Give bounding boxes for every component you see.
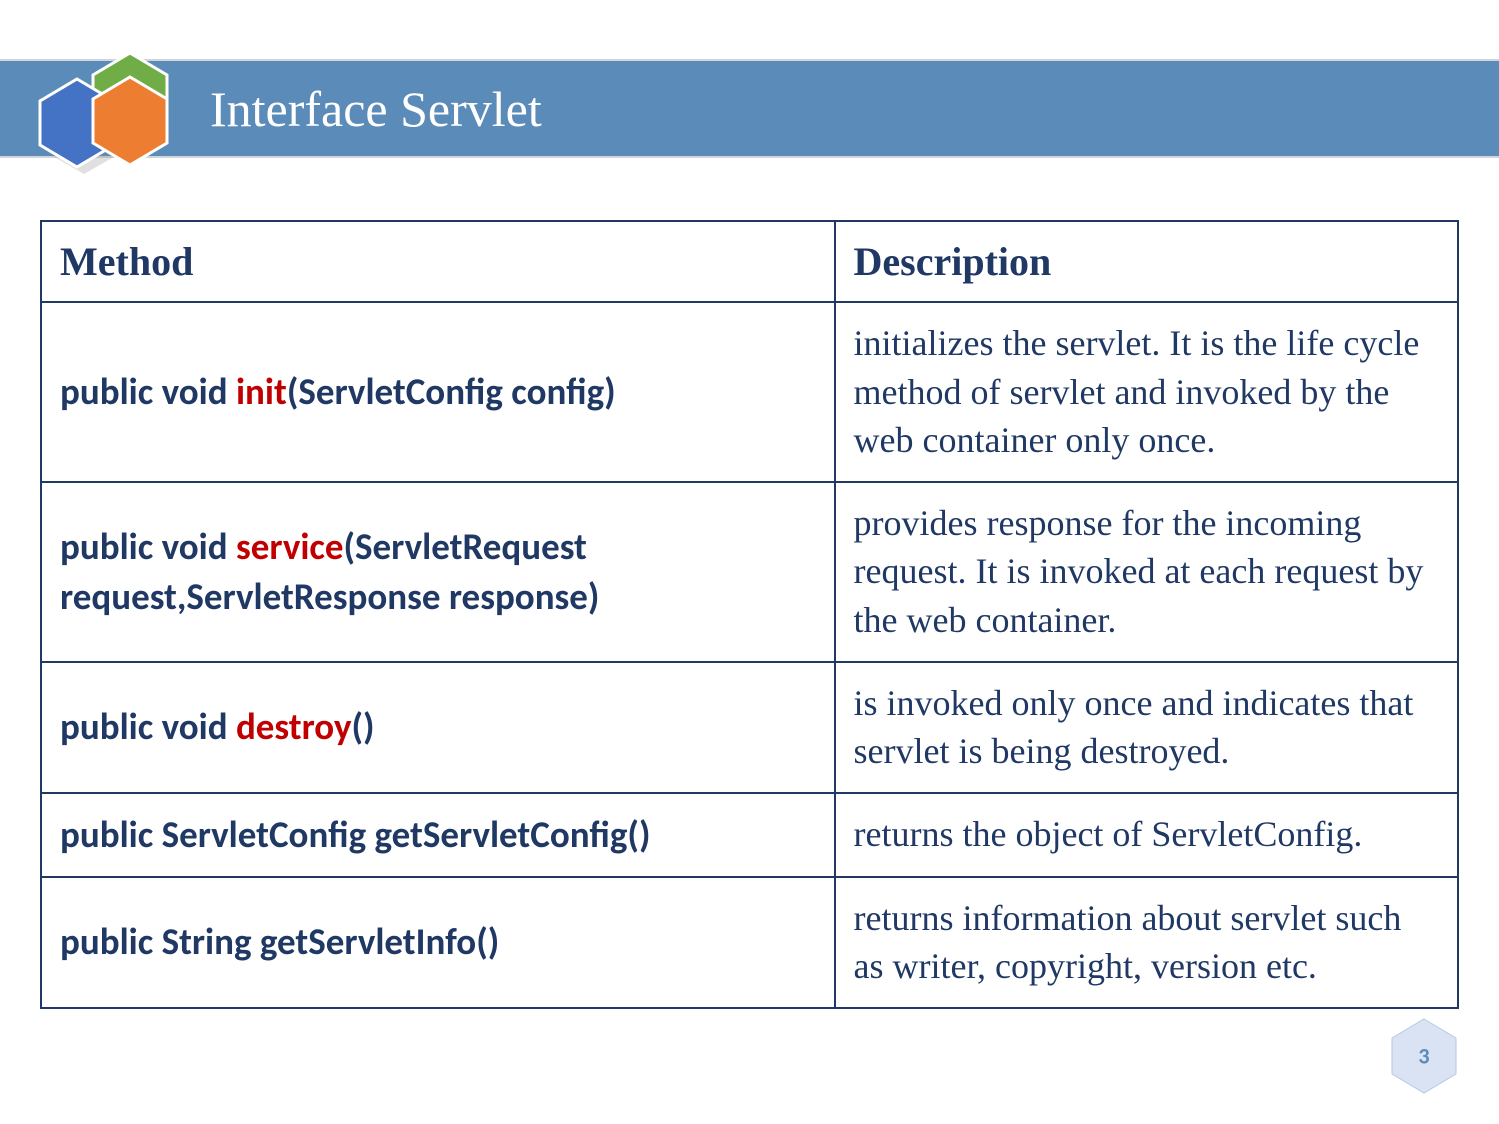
header-description: Description	[835, 221, 1458, 302]
method-description: returns the object of ServletConfig.	[835, 793, 1458, 877]
table-row: public void init(ServletConfig config) i…	[41, 302, 1458, 482]
method-description: returns information about servlet such a…	[835, 877, 1458, 1008]
method-signature: public String getServletInfo()	[41, 877, 835, 1008]
table-row: public void service(ServletRequest reque…	[41, 482, 1458, 662]
page-title: Interface Servlet	[210, 80, 542, 138]
method-signature: public void destroy()	[41, 662, 835, 793]
page-number: 3	[1418, 1043, 1429, 1070]
table-row: public ServletConfig getServletConfig() …	[41, 793, 1458, 877]
header-bar: Interface Servlet	[0, 59, 1499, 158]
table-header-row: Method Description	[41, 221, 1458, 302]
table-row: public void destroy() is invoked only on…	[41, 662, 1458, 793]
method-signature: public void init(ServletConfig config)	[41, 302, 835, 482]
method-description: provides response for the incoming reque…	[835, 482, 1458, 662]
method-signature: public void service(ServletRequest reque…	[41, 482, 835, 662]
header-method: Method	[41, 221, 835, 302]
table-row: public String getServletInfo() returns i…	[41, 877, 1458, 1008]
methods-table: Method Description public void init(Serv…	[40, 220, 1459, 1009]
hex-logo-icon	[25, 25, 185, 185]
method-description: initializes the servlet. It is the life …	[835, 302, 1458, 482]
page-number-badge: 3	[1389, 1016, 1459, 1096]
content-area: Method Description public void init(Serv…	[40, 220, 1459, 1009]
method-signature: public ServletConfig getServletConfig()	[41, 793, 835, 877]
method-description: is invoked only once and indicates that …	[835, 662, 1458, 793]
